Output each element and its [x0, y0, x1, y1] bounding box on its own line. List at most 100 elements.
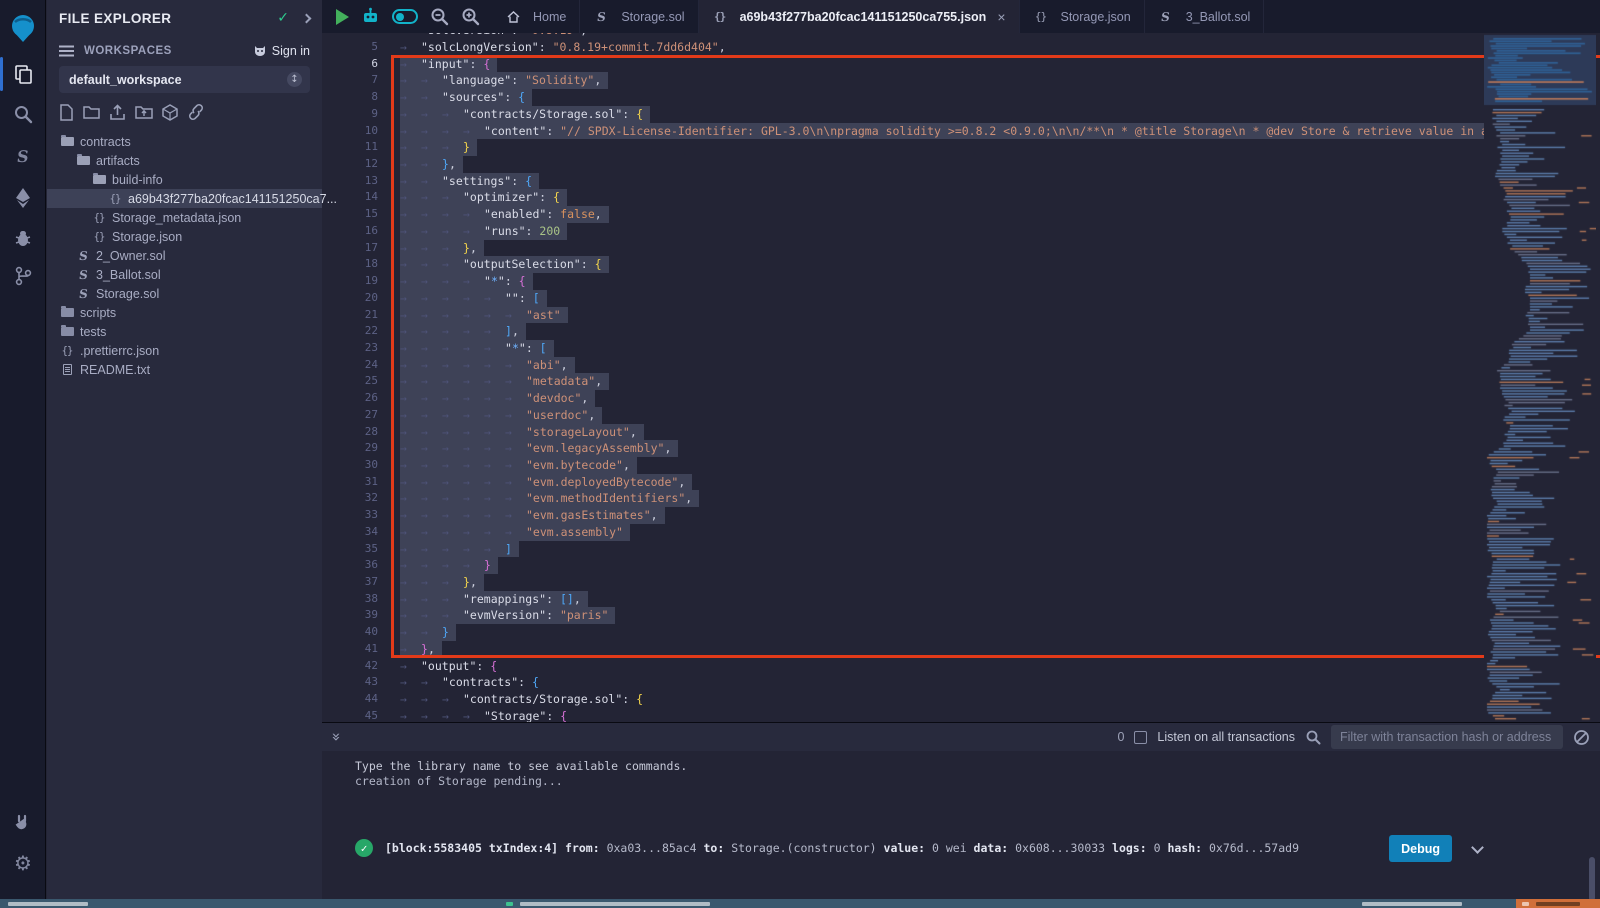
tab-3-ballot-sol[interactable]: S3_Ballot.sol — [1145, 0, 1265, 33]
sign-in-button[interactable]: Sign in — [253, 44, 310, 58]
chevron-right-icon[interactable] — [302, 13, 312, 23]
tree-item-readme-txt[interactable]: README.txt — [47, 360, 322, 379]
code-line-11: 11→→→} — [322, 139, 1600, 156]
json-icon: {} — [59, 345, 75, 357]
listen-checkbox[interactable] — [1134, 731, 1147, 744]
minimap[interactable] — [1484, 33, 1596, 722]
code-line-40: 40→→} — [322, 624, 1600, 641]
workspace-select-arrows-icon: ↕ — [287, 72, 302, 87]
tree-item-contracts[interactable]: contracts — [47, 132, 322, 151]
line-number: 33 — [322, 507, 378, 524]
zoom-out-icon[interactable] — [430, 7, 449, 26]
tree-item-storage-metadata-json[interactable]: {}Storage_metadata.json — [47, 208, 322, 227]
terminal-search-icon[interactable] — [1305, 729, 1321, 745]
workspace-selected-value: default_workspace — [69, 73, 287, 87]
status-green-dot — [506, 902, 513, 906]
json-icon: {} — [91, 212, 107, 224]
deploy-run-icon[interactable] — [0, 180, 46, 216]
run-script-button[interactable] — [336, 9, 349, 25]
tree-item-3-ballot-sol[interactable]: S3_Ballot.sol — [47, 265, 322, 284]
code-line-6: 6→"input": { — [322, 56, 1600, 73]
line-number: 29 — [322, 440, 378, 457]
github-icon — [253, 45, 267, 57]
code-line-10: 10→→→→"content": "// SPDX-License-Identi… — [322, 123, 1600, 140]
folder-open-icon — [59, 137, 75, 146]
tree-item-2-owner-sol[interactable]: S2_Owner.sol — [47, 246, 322, 265]
panel-title: FILE EXPLORER — [59, 11, 277, 26]
tab-storage-json[interactable]: {}Storage.json — [1020, 0, 1145, 33]
ai-copilot-toggle[interactable] — [392, 9, 418, 24]
tree-item-label: .prettierrc.json — [80, 344, 159, 358]
git-icon[interactable] — [0, 258, 46, 294]
upload-folder-icon[interactable] — [135, 104, 153, 119]
terminal-expand-icon[interactable]: » — [328, 732, 346, 741]
code-line-35: 35→→→→→] — [322, 541, 1600, 558]
tab-home[interactable]: Home — [492, 0, 580, 33]
transaction-row[interactable]: ✓ [block:5583405 txIndex:4] from: 0xa03.… — [355, 839, 1299, 857]
line-number: 7 — [322, 72, 378, 89]
tree-item-label: Storage.json — [112, 230, 182, 244]
new-folder-icon[interactable] — [83, 104, 100, 119]
line-number: 30 — [322, 457, 378, 474]
debugger-icon[interactable] — [0, 220, 46, 256]
code-editor[interactable]: 4→"solcVersion": "0.8.19",5→"solcLongVer… — [322, 33, 1600, 722]
ai-copilot-robot-icon[interactable] — [361, 7, 380, 26]
settings-icon[interactable]: ⚙ — [0, 845, 46, 881]
tx-summary: [block:5583405 txIndex:4] from: 0xa03...… — [385, 841, 1299, 855]
code-line-14: 14→→→"optimizer": { — [322, 189, 1600, 206]
tree-item--prettierrc-json[interactable]: {} .prettierrc.json — [47, 341, 322, 360]
scam-alert-badge[interactable] — [1516, 899, 1600, 908]
folder-icon — [59, 327, 75, 336]
json-icon: {} — [107, 193, 123, 205]
code-line-15: 15→→→→"enabled": false, — [322, 206, 1600, 223]
line-number: 12 — [322, 156, 378, 173]
close-icon[interactable]: × — [997, 9, 1005, 25]
terminal-scrollbar[interactable] — [1589, 857, 1595, 901]
tree-item-label: artifacts — [96, 154, 140, 168]
tree-item-tests[interactable]: tests — [47, 322, 322, 341]
solidity-file-icon: S — [75, 287, 91, 301]
tree-item-a69b43f277ba20fcac141151250ca7-[interactable]: {}a69b43f277ba20fcac141151250ca7... — [47, 189, 322, 208]
line-number: 24 — [322, 357, 378, 374]
line-number: 15 — [322, 206, 378, 223]
remix-logo-icon[interactable] — [0, 8, 46, 48]
line-number: 21 — [322, 307, 378, 324]
tree-item-storage-sol[interactable]: SStorage.sol — [47, 284, 322, 303]
tab-a69b43f277ba20fcac141151250ca755-json[interactable]: {}a69b43f277ba20fcac141151250ca755.json× — [699, 0, 1020, 33]
tx-expand-chevron-icon[interactable] — [1471, 841, 1484, 854]
listen-label: Listen on all transactions — [1157, 730, 1295, 744]
code-line-9: 9→→→"contracts/Storage.sol": { — [322, 106, 1600, 123]
line-number: 11 — [322, 139, 378, 156]
tab-storage-sol[interactable]: SStorage.sol — [580, 0, 698, 33]
workspace-select[interactable]: default_workspace ↕ — [59, 66, 310, 93]
upload-file-icon[interactable] — [109, 104, 126, 121]
file-explorer-icon[interactable] — [0, 56, 46, 92]
debug-button[interactable]: Debug — [1389, 835, 1452, 862]
code-line-24: 24→→→→→→"abi", — [322, 357, 1600, 374]
tree-item-artifacts[interactable]: artifacts — [47, 151, 322, 170]
new-file-icon[interactable] — [59, 104, 74, 121]
code-line-18: 18→→→"outputSelection": { — [322, 256, 1600, 273]
tree-item-label: scripts — [80, 306, 116, 320]
transaction-filter-input[interactable] — [1331, 725, 1563, 749]
line-number: 13 — [322, 173, 378, 190]
tree-item-build-info[interactable]: build-info — [47, 170, 322, 189]
file-explorer-panel: FILE EXPLORER ✓ WORKSPACES Sign in defau… — [47, 0, 322, 899]
plugin-manager-icon[interactable] — [0, 805, 46, 841]
hamburger-menu-icon[interactable] — [59, 45, 74, 57]
ipfs-box-icon[interactable] — [162, 104, 178, 121]
line-number: 44 — [322, 691, 378, 708]
tree-item-storage-json[interactable]: {}Storage.json — [47, 227, 322, 246]
tree-item-scripts[interactable]: scripts — [47, 303, 322, 322]
code-line-5: 5→"solcLongVersion": "0.8.19+commit.7dd6… — [322, 39, 1600, 56]
solidity-compiler-icon[interactable]: S — [0, 138, 46, 174]
terminal-body[interactable]: Type the library name to see available c… — [322, 751, 1600, 899]
clear-console-icon[interactable] — [1573, 729, 1590, 746]
code-line-42: 42→"output": { — [322, 658, 1600, 675]
link-icon[interactable] — [187, 104, 205, 120]
code-line-43: 43→→"contracts": { — [322, 674, 1600, 691]
line-number: 22 — [322, 323, 378, 340]
zoom-in-icon[interactable] — [461, 7, 480, 26]
checkmark-icon: ✓ — [277, 10, 289, 26]
search-icon[interactable] — [0, 96, 46, 132]
